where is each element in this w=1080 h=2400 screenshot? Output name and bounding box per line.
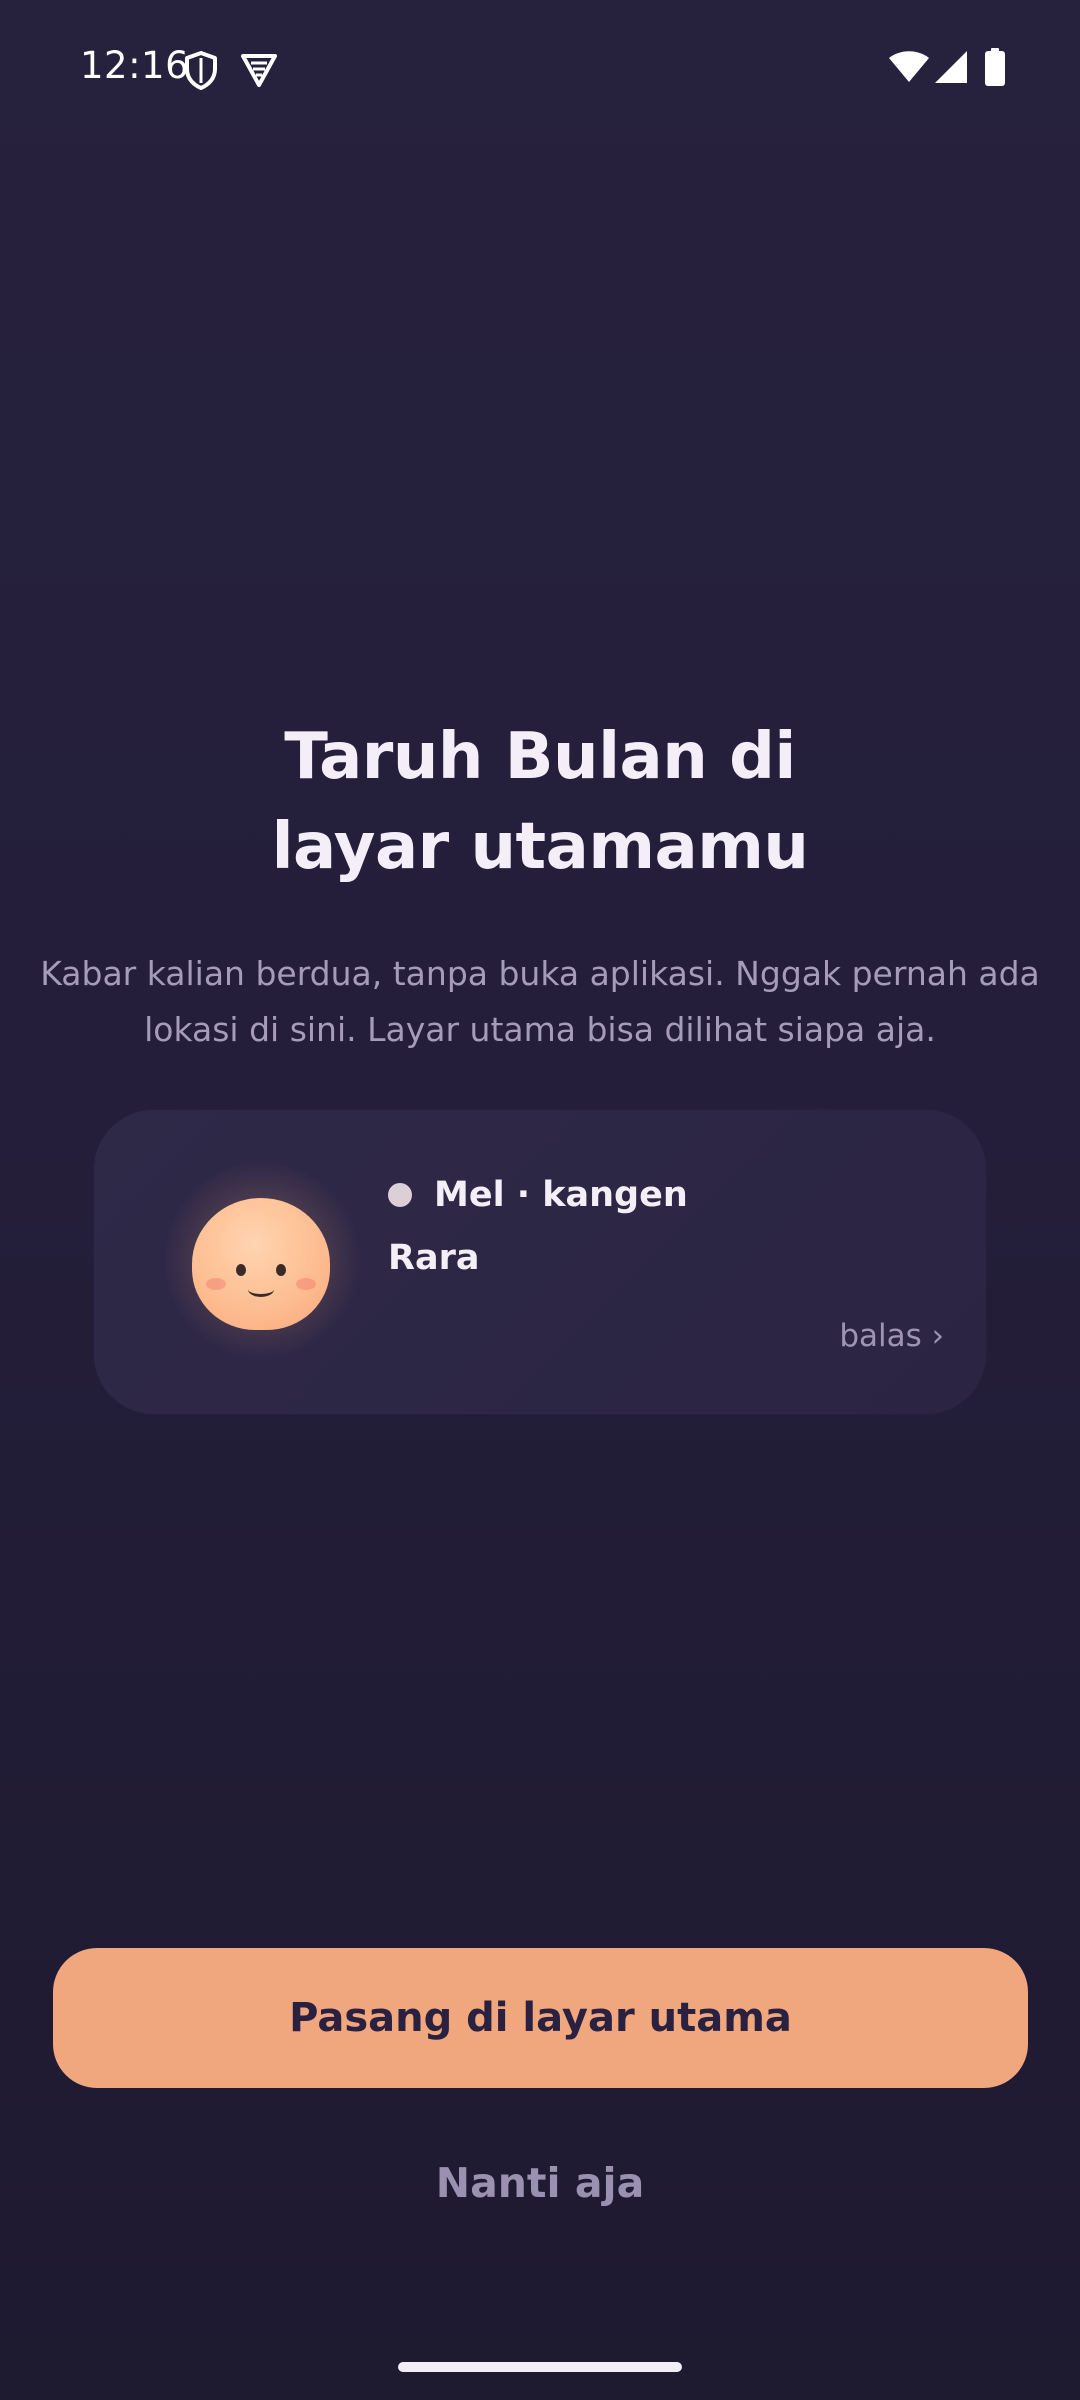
page-title-line-1: Taruh Bulan di bbox=[284, 720, 796, 794]
moon-cheek-right bbox=[296, 1278, 316, 1290]
moon-face bbox=[192, 1198, 330, 1330]
shield-icon bbox=[185, 51, 217, 90]
widget-partner-name: Rara bbox=[388, 1238, 480, 1278]
widget-preview-card: Mel · kangen Rara balas › bbox=[94, 1110, 986, 1414]
status-dot bbox=[388, 1183, 412, 1207]
battery-icon bbox=[985, 48, 1005, 86]
vpn-icon bbox=[241, 54, 277, 87]
moon-eye-left bbox=[236, 1264, 246, 1276]
moon-cheek-left bbox=[206, 1278, 226, 1290]
install-widget-button[interactable]: Pasang di layar utama bbox=[53, 1948, 1028, 2088]
page-subtitle: Kabar kalian berdua, tanpa buka aplikasi… bbox=[40, 954, 1040, 1049]
moon-mouth bbox=[248, 1282, 274, 1297]
home-indicator[interactable] bbox=[398, 2362, 682, 2372]
widget-status-text: Mel · kangen bbox=[434, 1175, 688, 1215]
widget-reply-link[interactable]: balas › bbox=[839, 1318, 944, 1354]
moon-eye-right bbox=[276, 1264, 286, 1276]
widget-status-row: Mel · kangen bbox=[388, 1170, 688, 1220]
signal-icon bbox=[935, 51, 967, 83]
wifi-icon bbox=[889, 51, 929, 82]
status-time: 12:16 bbox=[80, 44, 190, 87]
moon-face-icon bbox=[162, 1160, 362, 1360]
page-title-line-2: layar utamamu bbox=[271, 810, 809, 884]
page-title: Taruh Bulan di layar utamamu bbox=[90, 712, 990, 892]
status-bar: 12:16 bbox=[0, 0, 1080, 136]
later-button[interactable]: Nanti aja bbox=[340, 2148, 740, 2218]
